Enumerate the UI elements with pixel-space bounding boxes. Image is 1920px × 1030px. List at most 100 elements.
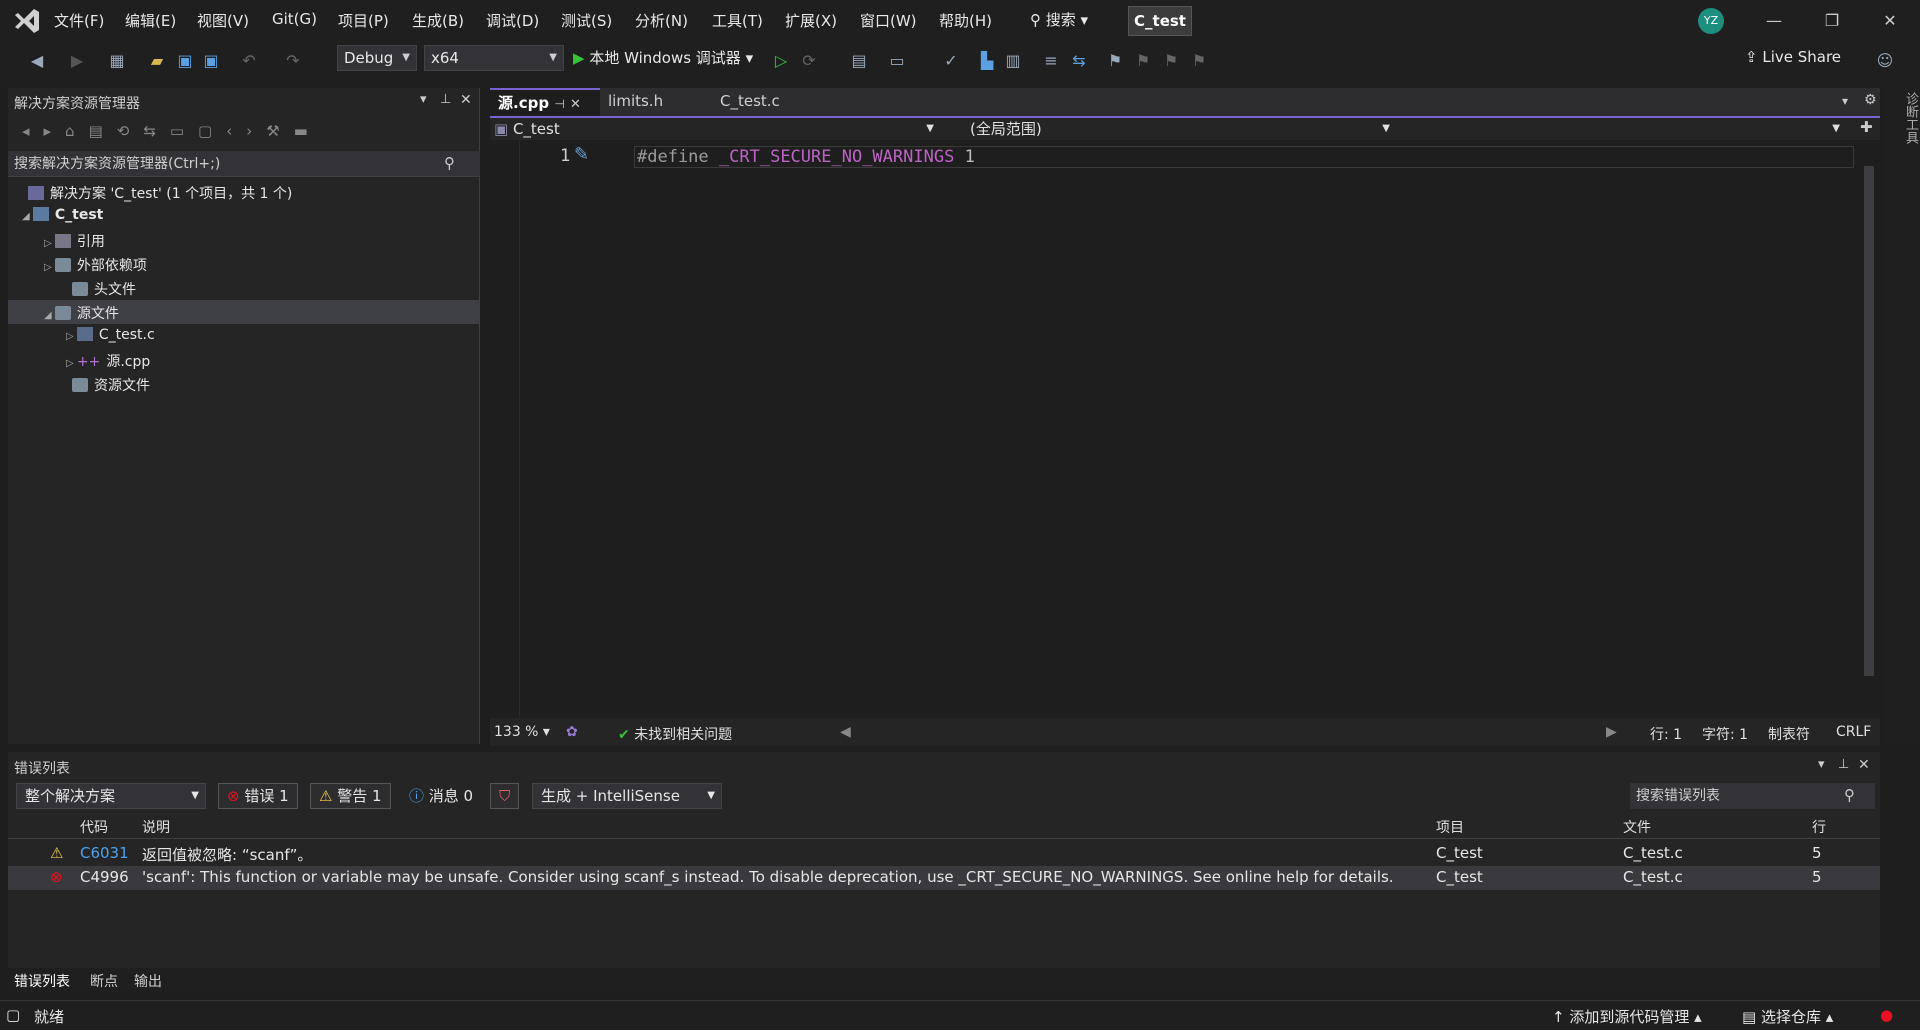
tree-item-resource-files[interactable]: 资源文件 [72,375,150,395]
tab-c-test-c[interactable]: C_test.c [712,88,832,116]
configuration-select[interactable]: Debug ▼ [337,45,417,71]
minimize-icon[interactable]: — [1756,8,1792,34]
tree-solution[interactable]: 解决方案 'C_test' (1 个项目，共 1 个) [28,183,292,203]
settings-icon[interactable]: ⚙ [1864,92,1877,108]
undo-icon[interactable]: ↶ [238,50,260,72]
char-indicator[interactable]: 字符: 1 [1702,724,1748,744]
error-code-link[interactable]: C6031 [80,844,129,862]
column-header-file[interactable]: 文件 [1623,817,1651,837]
solution-icon[interactable]: ▤ [848,50,870,72]
next-bookmark-icon[interactable]: ⚑ [1160,50,1182,72]
menu-help[interactable]: 帮助(H) [939,10,992,31]
indent-icon[interactable]: ≡ [1040,50,1062,72]
tab-overflow-icon[interactable]: ▾ [1842,94,1848,108]
project-scope-select[interactable]: ▣ C_test ▼ [494,118,944,140]
tabs-indicator[interactable]: 制表符 [1768,724,1810,744]
forward-icon[interactable]: ▶ [66,50,88,72]
panel-close-icon[interactable]: ✕ [460,92,472,108]
notifications-bell-icon[interactable]: ● [1880,1006,1893,1024]
hot-reload-icon[interactable]: ⟳ [798,50,820,72]
global-scope-select[interactable]: (全局范围) ▼ [970,118,1400,140]
source-select[interactable]: 生成 + IntelliSense ▼ [532,783,722,809]
solution-name-badge[interactable]: C_test [1128,6,1192,36]
tree-project[interactable]: ◢ C_test [22,207,103,223]
tab-source-cpp[interactable]: 源.cpp ⊣ ✕ [490,88,600,116]
error-scope-select[interactable]: 整个解决方案 ▼ [16,783,206,809]
menu-window[interactable]: 窗口(W) [860,10,917,31]
diagnostic-tools-rail[interactable]: 诊断工具 [1885,88,1920,744]
split-icon[interactable]: ✚ [1860,118,1873,136]
intellicode-icon[interactable]: ✿ [566,724,578,740]
panel-dropdown-icon[interactable]: ▾ [1818,757,1825,772]
avatar[interactable]: YZ [1698,8,1724,34]
pin-icon[interactable]: ⊣ [554,97,564,111]
menu-extensions[interactable]: 扩展(X) [785,10,837,31]
scroll-right-icon[interactable]: ▶ [1606,724,1617,740]
tab-error-list[interactable]: 错误列表 [14,971,70,991]
live-share-button[interactable]: ⇪ Live Share [1745,48,1841,66]
tree-item-references[interactable]: ▷ 引用 [44,231,105,251]
close-icon[interactable]: ✕ [1872,8,1908,34]
scroll-left-icon[interactable]: ◀ [840,724,851,740]
quick-action-icon[interactable]: ✎ [574,144,589,165]
clear-bookmark-icon[interactable]: ⚑ [1188,50,1210,72]
code-editor[interactable] [490,141,1875,716]
menu-file[interactable]: 文件(F) [54,10,104,31]
bookmark-icon[interactable]: ⚑ [1104,50,1126,72]
menu-git[interactable]: Git(G) [272,10,317,28]
prev-bookmark-icon[interactable]: ⚑ [1132,50,1154,72]
select-repository[interactable]: ▤ 选择仓库 ▴ [1742,1006,1833,1027]
new-project-icon[interactable]: ▦ [106,50,128,72]
start-debugger-button[interactable]: ▶ 本地 Windows 调试器 ▾ [573,47,753,68]
column-header-line[interactable]: 行 [1812,817,1826,837]
errors-filter-button[interactable]: ⊗ 错误 1 [218,783,298,809]
warnings-filter-button[interactable]: ⚠ 警告 1 [310,783,391,809]
column-header-code[interactable]: 代码 [80,817,108,837]
restore-icon[interactable]: ❐ [1814,8,1850,34]
menu-test[interactable]: 测试(S) [561,10,612,31]
menu-analyze[interactable]: 分析(N) [635,10,688,31]
start-without-debugging-icon[interactable]: ▷ [770,50,792,72]
notification-icon[interactable]: ▢ [6,1006,20,1024]
messages-filter-button[interactable]: ⓘ 消息 0 [400,783,482,809]
issues-indicator[interactable]: ✔ 未找到相关问题 [618,724,732,744]
step-icon[interactable]: ▙ [976,50,998,72]
column-header-project[interactable]: 项目 [1436,817,1464,837]
comment-icon[interactable]: ⇆ [1068,50,1090,72]
pin-icon[interactable]: ⊥ [1838,757,1849,772]
pin-icon[interactable]: ⊥ [440,92,451,107]
tree-item-source-cpp[interactable]: ▷ ++ 源.cpp [66,351,150,371]
menu-tools[interactable]: 工具(T) [712,10,763,31]
error-code[interactable]: C4996 [80,868,129,886]
tree-item-c-test-c[interactable]: ▷ C_test.c [66,327,155,343]
error-search-input[interactable]: 搜索错误列表 [1630,783,1875,809]
member-select[interactable]: ▼ [1410,118,1850,140]
menu-debug[interactable]: 调试(D) [486,10,539,31]
zoom-select[interactable]: 133 % ▾ [494,724,550,740]
solution-explorer-toolbar[interactable]: ◂▸⌂▤⟲⇆▭▢‹›⚒▬ [22,122,322,140]
eol-indicator[interactable]: CRLF [1836,724,1871,740]
tab-breakpoints[interactable]: 断点 [90,971,118,991]
tree-item-external-deps[interactable]: ▷ 外部依赖项 [44,255,147,275]
filter-icon[interactable]: ⛉ [490,783,520,809]
spellcheck-icon[interactable]: ✓ [940,50,962,72]
layout-icon[interactable]: ▭ [886,50,908,72]
tab-close-icon[interactable]: ✕ [570,97,581,112]
save-icon[interactable]: ▣ [174,50,196,72]
solution-search-input[interactable]: 搜索解决方案资源管理器(Ctrl+;) [8,151,480,177]
breakpoint-icon[interactable]: ▥ [1002,50,1024,72]
tree-item-source-files[interactable]: ◢ 源文件 [44,303,119,323]
redo-icon[interactable]: ↷ [282,50,304,72]
save-all-icon[interactable]: ▣ [200,50,222,72]
back-icon[interactable]: ◀ [26,50,48,72]
menu-project[interactable]: 项目(P) [338,10,389,31]
line-indicator[interactable]: 行: 1 [1650,724,1682,744]
code-line[interactable]: #define _CRT_SECURE_NO_WARNINGS 1 [634,146,1854,168]
menu-edit[interactable]: 编辑(E) [125,10,176,31]
scrollbar-thumb[interactable] [1864,166,1874,676]
add-to-source-control[interactable]: ↑ 添加到源代码管理 ▴ [1552,1006,1702,1027]
column-header-description[interactable]: 说明 [142,817,170,837]
visual-studio-logo[interactable] [12,7,42,35]
tab-limits-h[interactable]: limits.h [600,88,710,116]
feedback-icon[interactable]: ☺ [1874,50,1896,72]
